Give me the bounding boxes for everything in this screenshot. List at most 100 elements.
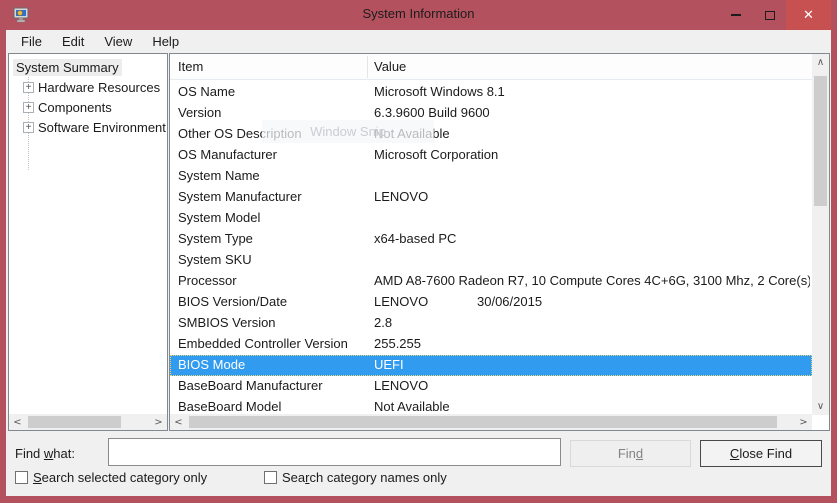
value-cell: Microsoft Windows 8.1 (374, 84, 810, 99)
category-tree: System Summary + Hardware Resources + Compon… (9, 57, 167, 137)
scroll-down-icon[interactable]: ∨ (812, 398, 829, 415)
checkbox-icon[interactable] (15, 471, 28, 484)
category-tree-panel: System Summary + Hardware Resources + Compon… (8, 53, 168, 431)
value-cell: Not Available (374, 399, 810, 414)
value-cell: 6.3.9600 Build 9600 (374, 105, 810, 120)
column-header-item[interactable]: Item (178, 59, 203, 74)
close-find-button[interactable]: Close Find (700, 440, 822, 467)
close-button[interactable]: ✕ (786, 0, 831, 30)
table-vertical-scrollbar[interactable]: ∧ ∨ (812, 54, 829, 415)
find-button[interactable]: Find (570, 440, 691, 467)
scroll-left-icon[interactable]: < (9, 414, 26, 430)
item-cell: Version (178, 105, 221, 120)
menu-bar: FileEditViewHelp (6, 30, 831, 53)
tree-horizontal-scrollbar[interactable]: < > (9, 414, 167, 430)
window-body: FileEditViewHelp System Summary + Hardware… (6, 30, 831, 496)
item-cell: SMBIOS Version (178, 315, 276, 330)
menu-help[interactable]: Help (142, 32, 189, 51)
table-row[interactable]: SMBIOS Version 2.8 (170, 313, 812, 334)
system-information-window: System Information ✕ FileEditViewHelp Sy… (0, 0, 837, 503)
tree-item-label: Hardware Resources (38, 80, 160, 95)
value-cell: Microsoft Corporation (374, 147, 810, 162)
scroll-right-icon[interactable]: > (795, 414, 812, 430)
tree-item-label: Software Environment (38, 120, 166, 135)
value-cell: LENOVO (374, 378, 810, 393)
value-cell: AMD A8-7600 Radeon R7, 10 Compute Cores … (374, 273, 810, 288)
tree-item-system-summary[interactable]: System Summary (9, 57, 167, 77)
close-icon: ✕ (803, 7, 814, 23)
value-cell: LENOVO30/06/2015 (374, 294, 810, 309)
titlebar[interactable]: System Information ✕ (0, 0, 837, 30)
column-header-value[interactable]: Value (374, 59, 406, 74)
search-options-row: Search selected category only Search cat… (6, 470, 831, 492)
table-row[interactable]: Processor AMD A8-7600 Radeon R7, 10 Compu… (170, 271, 812, 292)
search-selected-category-label: Search selected category only (33, 470, 207, 485)
value-cell: x64-based PC (374, 231, 810, 246)
value-cell: 255.255 (374, 336, 810, 351)
search-selected-category-checkbox[interactable]: Search selected category only (15, 470, 207, 485)
maximize-button[interactable] (755, 0, 785, 30)
item-cell: OS Name (178, 84, 235, 99)
checkbox-icon[interactable] (264, 471, 277, 484)
item-cell: Other OS Description (178, 126, 302, 141)
menu-file[interactable]: File (11, 32, 52, 51)
minimize-icon (731, 14, 741, 16)
value-cell: UEFI (374, 357, 810, 372)
value-cell: Not Available (374, 126, 810, 141)
find-what-label: Find what: (15, 446, 75, 461)
search-category-names-checkbox[interactable]: Search category names only (264, 470, 447, 485)
item-cell: BaseBoard Manufacturer (178, 378, 323, 393)
table-row[interactable]: Embedded Controller Version 255.255 (170, 334, 812, 355)
menu-view[interactable]: View (94, 32, 142, 51)
table-row[interactable]: System Name (170, 166, 812, 187)
menu-edit[interactable]: Edit (52, 32, 94, 51)
item-cell: System Manufacturer (178, 189, 302, 204)
item-cell: OS Manufacturer (178, 147, 277, 162)
column-separator[interactable] (367, 56, 368, 78)
value-cell: LENOVO (374, 189, 810, 204)
scroll-up-icon[interactable]: ∧ (812, 54, 829, 71)
details-table-panel: Item Value OS Name Microsoft Windows 8.1 V… (169, 53, 830, 431)
table-row[interactable]: OS Name Microsoft Windows 8.1 (170, 82, 812, 103)
tree-item-label: Components (38, 100, 112, 115)
table-row[interactable]: BIOS Mode UEFI (170, 355, 812, 376)
tree-item-software-environment[interactable]: + Software Environment (9, 117, 167, 137)
item-cell: System Model (178, 210, 260, 225)
maximize-icon (765, 11, 775, 20)
table-row[interactable]: System SKU (170, 250, 812, 271)
table-header: Item Value (170, 54, 812, 80)
item-cell: Processor (178, 273, 237, 288)
minimize-button[interactable] (721, 0, 751, 30)
table-row[interactable]: OS Manufacturer Microsoft Corporation (170, 145, 812, 166)
table-rows: OS Name Microsoft Windows 8.1 Version 6.3.9… (170, 82, 812, 418)
tree-item-hardware-resources[interactable]: + Hardware Resources (9, 77, 167, 97)
expand-plus-icon[interactable]: + (23, 102, 34, 113)
table-row[interactable]: System Model (170, 208, 812, 229)
item-cell: BIOS Mode (178, 357, 245, 372)
item-cell: System Name (178, 168, 260, 183)
expand-plus-icon[interactable]: + (23, 122, 34, 133)
scroll-right-icon[interactable]: > (150, 414, 167, 430)
table-hscroll-thumb[interactable] (189, 416, 777, 428)
expand-plus-icon[interactable]: + (23, 82, 34, 93)
window-title: System Information (0, 6, 837, 21)
table-row[interactable]: BIOS Version/Date LENOVO30/06/2015 (170, 292, 812, 313)
item-cell: System SKU (178, 252, 252, 267)
table-row[interactable]: Version 6.3.9600 Build 9600 (170, 103, 812, 124)
tree-item-components[interactable]: + Components (9, 97, 167, 117)
table-row[interactable]: Other OS Description Not Available (170, 124, 812, 145)
item-cell: BIOS Version/Date (178, 294, 287, 309)
table-vscroll-thumb[interactable] (814, 76, 827, 206)
table-row[interactable]: System Type x64-based PC (170, 229, 812, 250)
item-cell: Embedded Controller Version (178, 336, 348, 351)
item-cell: System Type (178, 231, 253, 246)
value-cell: 2.8 (374, 315, 810, 330)
table-row[interactable]: System Manufacturer LENOVO (170, 187, 812, 208)
table-row[interactable]: BaseBoard Manufacturer LENOVO (170, 376, 812, 397)
tree-item-label: System Summary (13, 59, 122, 76)
search-category-names-label: Search category names only (282, 470, 447, 485)
tree-hscroll-thumb[interactable] (28, 416, 121, 428)
find-input[interactable] (108, 438, 561, 466)
table-horizontal-scrollbar[interactable]: < > (170, 414, 812, 430)
scroll-left-icon[interactable]: < (170, 414, 187, 430)
